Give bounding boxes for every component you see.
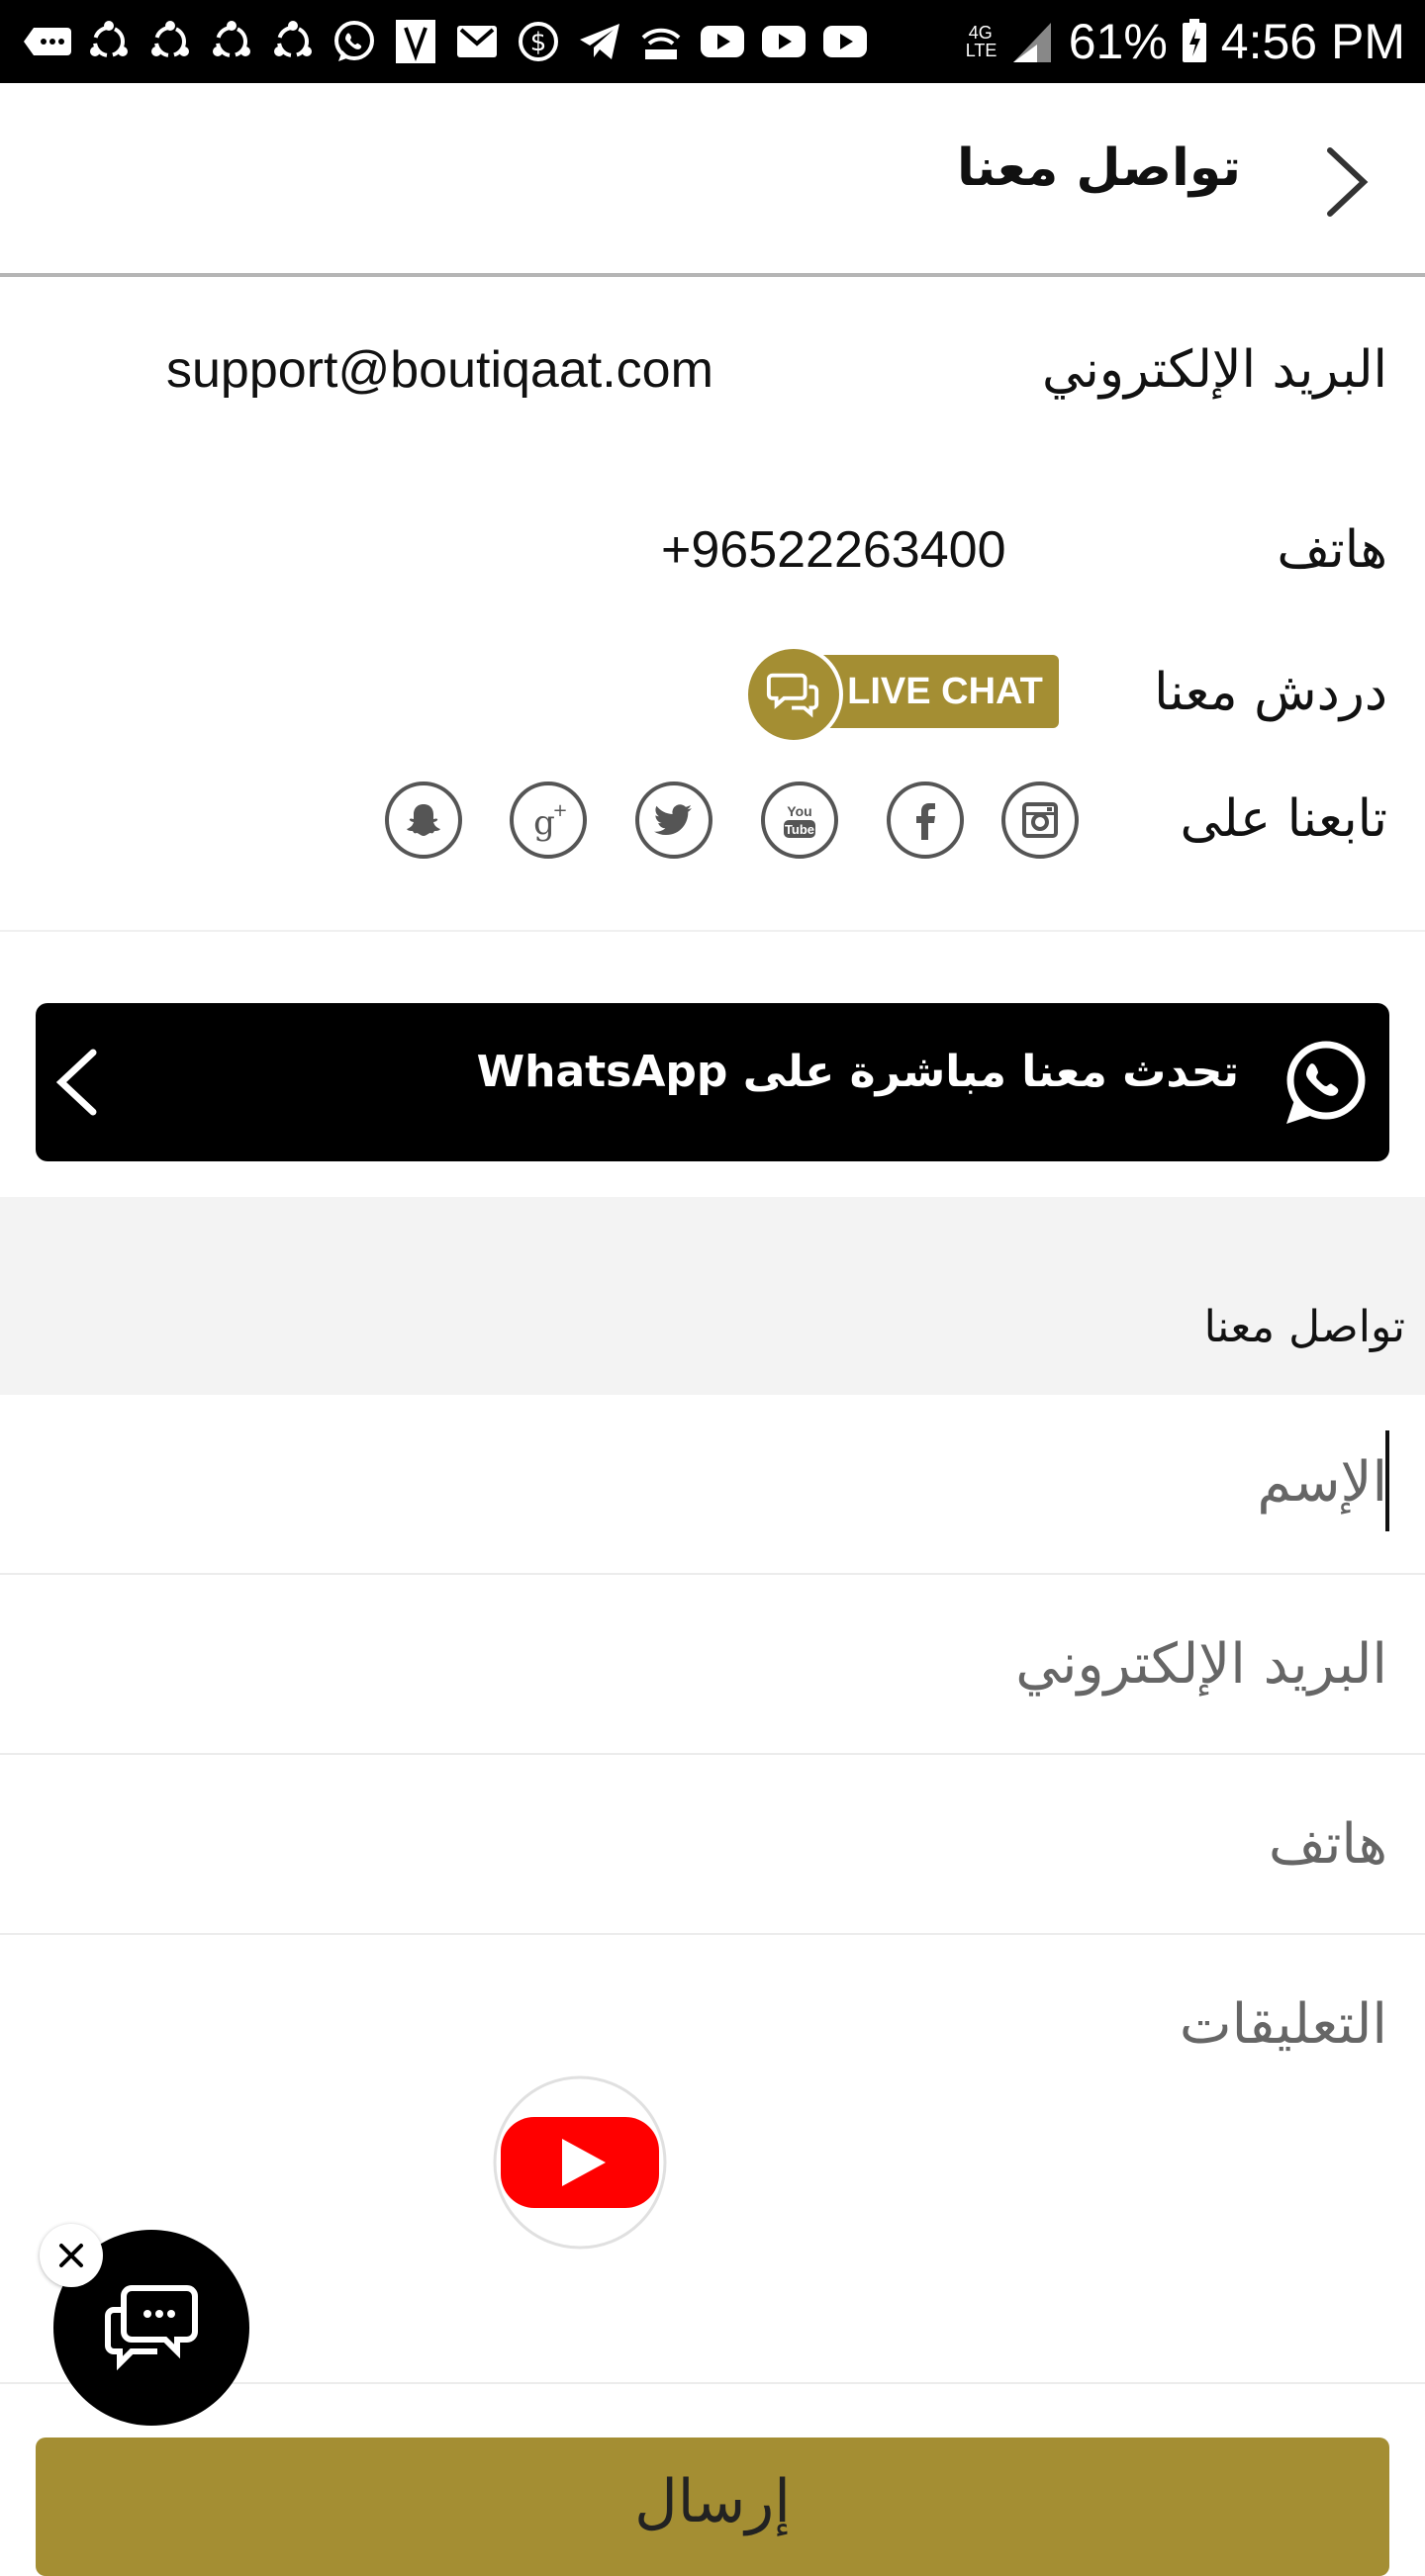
close-icon [59,2244,83,2267]
whatsapp-icon [329,16,380,67]
snapchat-icon[interactable] [385,782,462,859]
cast-icon [635,16,687,67]
whatsapp-chat-banner[interactable]: تحدث معنا مباشرة على WhatsApp [36,1003,1389,1161]
youtube-icon [819,16,871,67]
vertu-icon [390,16,441,67]
sync-icon [267,16,319,67]
live-chat-label: LIVE CHAT [808,655,1059,728]
name-placeholder: الإسم [1257,1450,1387,1515]
sync-icon [206,16,257,67]
email-value[interactable]: support@boutiqaat.com [166,340,713,400]
telegram-icon [574,16,625,67]
phone-field[interactable]: هاتف [0,1755,1425,1935]
live-chat-button[interactable]: LIVE CHAT [744,645,1059,744]
follow-label: تابعنا على [1180,789,1387,849]
sync-icon [144,16,196,67]
youtube-icon [697,16,748,67]
whatsapp-icon [1286,1041,1366,1124]
email-field[interactable]: البريد الإلكتروني [0,1575,1425,1755]
floating-youtube-button[interactable] [491,2073,669,2255]
svg-text:Tube: Tube [785,822,814,837]
email-label: البريد الإلكتروني [1042,340,1387,400]
contact-form-title: تواصل معنا [1203,1302,1405,1352]
clock: 4:56 PM [1220,14,1405,69]
google-plus-icon[interactable]: g + [510,782,587,859]
chat-dots-icon [105,2285,198,2371]
phone-value[interactable]: +96522263400 [661,520,1006,580]
close-chat-button[interactable] [40,2224,103,2287]
contact-form-header: تواصل معنا [0,1197,1425,1395]
chevron-left-icon [55,1049,97,1116]
signal-icon [1012,23,1051,62]
contact-info: البريد الإلكتروني support@boutiqaat.com … [0,279,1425,932]
svg-text:$: $ [530,28,547,57]
sync-icon [83,16,135,67]
youtube-icon [758,16,809,67]
app-header: تواصل معنا [0,83,1425,277]
youtube-icon [493,2075,667,2250]
name-field[interactable]: الإسم [0,1395,1425,1575]
phone-placeholder: هاتف [1268,1812,1387,1877]
comments-placeholder: التعليقات [1179,1992,1387,2057]
facebook-icon[interactable] [887,782,964,859]
more-icon [22,16,73,67]
youtube-icon[interactable]: You Tube [761,782,838,859]
network-type-icon: 4G LTE [965,23,998,60]
email-placeholder: البريد الإلكتروني [1015,1632,1387,1697]
battery-percent: 61% [1068,14,1168,69]
page-title: تواصل معنا [956,138,1241,198]
chat-label: دردش معنا [1154,663,1387,722]
chat-bubble-icon [744,645,843,744]
text-cursor [1385,1430,1389,1531]
phone-label: هاتف [1277,520,1387,580]
dollar-icon: $ [513,16,564,67]
svg-text:You: You [787,803,811,819]
twitter-icon[interactable] [635,782,712,859]
whatsapp-banner-text: تحدث معنا مباشرة على WhatsApp [476,1047,1239,1097]
back-chevron-icon[interactable] [1320,144,1374,220]
battery-icon [1182,19,1206,62]
status-bar: $ 4G LTE 61% 4:56 PM [0,0,1425,83]
notification-icons: $ [22,16,871,67]
submit-button[interactable]: إرسال [36,2438,1389,2576]
gmail-icon [451,16,503,67]
svg-text:+: + [552,800,567,821]
instagram-icon[interactable] [1001,782,1079,859]
